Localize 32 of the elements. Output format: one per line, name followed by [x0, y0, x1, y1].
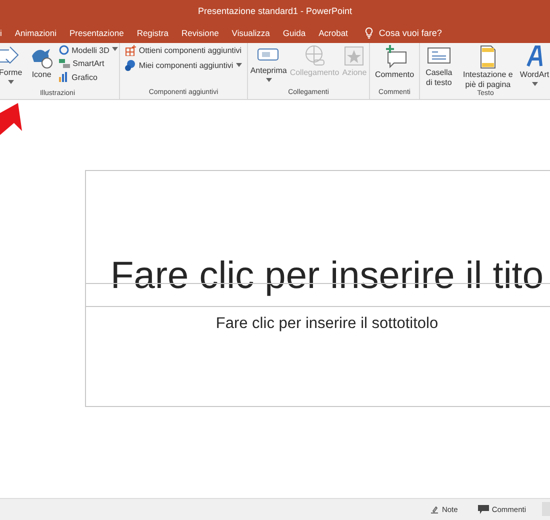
- ribbon-button[interactable]: Icone: [28, 44, 56, 80]
- caret-icon: [112, 47, 118, 53]
- ribbon-button[interactable]: SmartArt: [56, 58, 120, 69]
- ribbon-tab[interactable]: Guida: [282, 28, 306, 38]
- ribbon-button[interactable]: Anteprima: [249, 44, 288, 86]
- ribbon-tab[interactable]: Visualizza: [232, 28, 270, 38]
- ribbon-tab[interactable]: Revisione: [181, 28, 219, 38]
- ribbon-button[interactable]: Forme: [0, 44, 27, 88]
- grid-plus-icon: [124, 45, 136, 56]
- notes-icon: [430, 506, 439, 514]
- ribbon-tab[interactable]: Presentazione: [69, 28, 124, 38]
- window-title: Presentazione standard1 - PowerPoint: [198, 6, 352, 16]
- ribbon-tab[interactable]: i: [0, 28, 2, 38]
- bar-chart-icon: [58, 72, 69, 82]
- ribbon-button[interactable]: WordArt: [518, 44, 550, 90]
- ribbon-button[interactable]: Modelli 3D: [56, 44, 120, 56]
- ribbon-button[interactable]: Miei componenti aggiuntivi: [122, 59, 244, 72]
- ribbon-button[interactable]: Commento: [374, 44, 416, 80]
- ribbon-tab[interactable]: Animazioni: [14, 28, 56, 38]
- ribbon-tab[interactable]: Registra: [136, 28, 168, 38]
- ribbon-button[interactable]: Grafico: [56, 71, 120, 83]
- comment-icon: [478, 505, 489, 514]
- lightbulb-icon: [364, 26, 373, 38]
- store-icon: [124, 60, 136, 71]
- ribbon-button[interactable]: Ottieni componenti aggiuntivi: [122, 44, 244, 57]
- caret-icon: [236, 62, 242, 68]
- smartart-icon: [58, 59, 70, 68]
- ribbon-tab[interactable]: Acrobat: [318, 28, 348, 38]
- ribbon-button[interactable]: Intestazione e piè di pagina: [458, 44, 518, 90]
- ribbon-button[interactable]: Casella di testo: [420, 44, 457, 88]
- tell-me-field[interactable]: Cosa vuoi fare?: [378, 28, 469, 38]
- title-placeholder[interactable]: Fare clic per inserire il tito: [85, 170, 550, 307]
